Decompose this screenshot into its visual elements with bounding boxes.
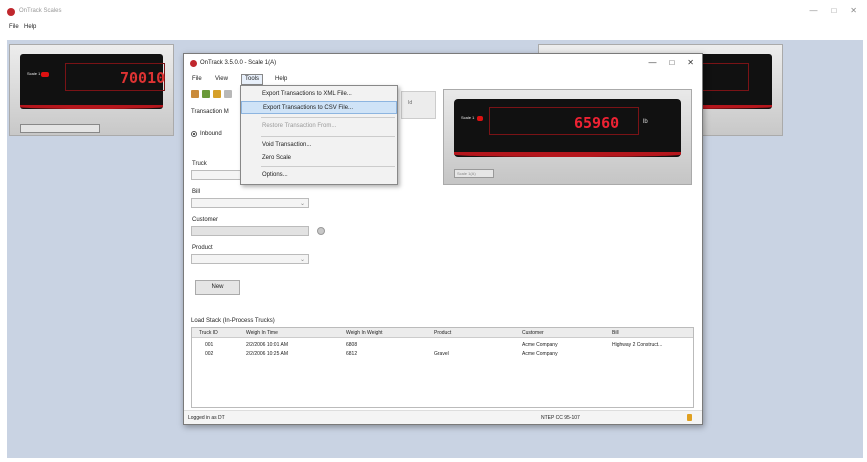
new-button[interactable]: New [195,280,240,295]
menu-file[interactable]: File [9,24,19,30]
truck-icon[interactable] [191,90,199,98]
active-scale-display: Scale 1 65960 lb Scale 1(A) [443,89,692,185]
menu-view[interactable]: View [215,76,228,82]
cell-customer: Acme Company [522,351,558,357]
tools-dropdown-menu: Export Transactions to XML File... Expor… [240,85,398,185]
menu-item-label: Options... [262,172,288,178]
table-row[interactable]: 002 2/2/2006 10:25 AM 6812 Gravel Acme C… [192,349,693,357]
cell-weigh-in-time: 2/2/2006 10:01 AM [246,342,288,348]
load-stack-table[interactable]: Truck ID Weigh In Time Weigh In Weight P… [191,327,694,408]
cell-weigh-in-weight: 6812 [346,351,358,357]
status-bar: Logged in as DT NTEP CC 95-107 [184,410,702,424]
status-led-icon [41,72,49,77]
transaction-mode-label: Transaction M [191,109,229,115]
scale-readout: 65960 [574,114,620,132]
menu-item-restore-transaction[interactable]: Restore Transaction From... [241,120,397,133]
scale-id-box: Scale 1(A) [454,169,494,178]
table-row[interactable]: 001 2/2/2006 10:01 AM 6808 Acme Company … [192,340,693,348]
customer-lookup-icon[interactable] [317,227,325,235]
menu-help[interactable]: Help [24,24,36,30]
scale-red-accent [454,152,681,157]
customer-label: Customer [192,217,219,223]
cell-product: Gravel [434,351,449,357]
menu-item-options[interactable]: Options... [241,169,397,182]
column-header[interactable]: Weigh In Time [246,330,278,336]
chevron-down-icon: ⌄ [299,201,305,207]
inner-titlebar: OnTrack 3.5.0.0 - Scale 1(A) — □ ✕ [184,54,702,72]
cell-bill: Highway 2 Construct... [612,342,663,348]
outer-titlebar: OnTrack Scales — □ ✕ [0,0,867,22]
menu-separator [261,117,395,118]
bill-select[interactable]: ⌄ [191,198,309,208]
maximize-icon[interactable]: □ [831,6,836,15]
menu-item-label: Export Transactions to XML File... [262,91,352,97]
scale-unit: lb [643,119,648,125]
inner-menubar: File View Tools Help [184,74,304,85]
app-logo-icon [190,60,197,67]
close-icon[interactable]: ✕ [850,6,857,15]
menu-help[interactable]: Help [275,76,287,82]
ntep-certificate: NTEP CC 95-107 [541,415,580,421]
inner-window-controls: — □ ✕ [648,58,694,67]
menu-separator [261,136,395,137]
scale-label: Scale 1 [27,71,41,76]
scale-label: Scale 1 [461,115,475,120]
menu-item-label: Void Transaction... [262,142,312,148]
chevron-down-icon: ⌄ [299,257,305,263]
menu-separator [261,166,395,167]
folder-icon[interactable] [213,90,221,98]
cell-truck-id: 001 [205,342,214,348]
column-header[interactable]: Weigh In Weight [346,330,383,336]
truck-label: Truck [192,161,207,167]
lock-icon [687,414,692,421]
product-label: Product [192,245,213,251]
menu-item-label: Zero Scale [262,155,292,161]
menu-item-void-transaction[interactable]: Void Transaction... [241,139,397,152]
inner-window-title: OnTrack 3.5.0.0 - Scale 1(A) [200,60,277,66]
outer-window-title: OnTrack Scales [19,8,62,14]
app-logo-icon [7,8,15,16]
minimize-icon[interactable]: — [809,6,817,15]
menu-item-label: Export Transactions to CSV File... [263,105,354,111]
column-header[interactable]: Bill [612,330,619,336]
id-button-label: Id [408,100,413,106]
column-header[interactable]: Customer [522,330,544,336]
cell-weigh-in-time: 2/2/2006 10:25 AM [246,351,288,357]
inbound-radio[interactable]: Inbound [191,131,222,137]
menu-item-export-xml[interactable]: Export Transactions to XML File... [241,88,397,101]
maximize-icon[interactable]: □ [669,58,674,67]
gear-icon[interactable] [202,90,210,98]
menu-file[interactable]: File [192,76,202,82]
status-led-icon [477,116,483,121]
print-icon[interactable] [224,90,232,98]
menu-item-label: Restore Transaction From... [262,123,337,129]
scale-id-box [20,124,100,133]
cell-truck-id: 002 [205,351,214,357]
outer-menubar: File Help [0,22,867,36]
column-header[interactable]: Product [434,330,451,336]
outer-window-controls: — □ ✕ [809,6,857,15]
close-icon[interactable]: ✕ [687,58,694,67]
minimize-icon[interactable]: — [648,58,656,67]
menu-item-zero-scale[interactable]: Zero Scale [241,152,397,165]
menu-tools[interactable]: Tools [241,74,264,85]
table-header: Truck ID Weigh In Time Weigh In Weight P… [192,328,693,338]
cell-weigh-in-weight: 6808 [346,342,358,348]
scale-red-accent [20,105,163,109]
menu-item-export-csv[interactable]: Export Transactions to CSV File... [241,101,397,114]
scale-readout: 70010 [120,69,166,87]
customer-input[interactable] [191,226,309,236]
radio-label: Inbound [200,131,222,137]
login-status: Logged in as DT [188,415,225,421]
toolbar [191,90,232,98]
cell-customer: Acme Company [522,342,558,348]
bill-label: Bill [192,189,201,195]
id-button[interactable]: Id [401,91,436,119]
radio-selected-icon[interactable] [191,131,197,137]
product-select[interactable]: ⌄ [191,254,309,264]
load-stack-label: Load Stack (In-Process Trucks) [191,318,275,324]
background-scale-left: Scale 1 70010 [9,44,174,136]
column-header[interactable]: Truck ID [199,330,218,336]
